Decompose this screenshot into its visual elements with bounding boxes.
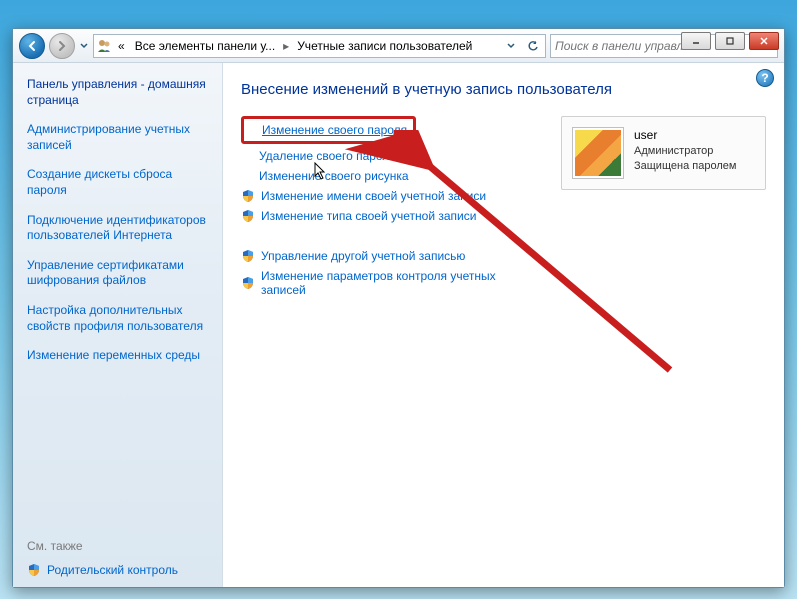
help-button[interactable]: ? bbox=[756, 69, 774, 87]
user-name: user bbox=[634, 127, 736, 144]
refresh-button[interactable] bbox=[523, 36, 543, 56]
actions-list: Изменение своего пароля Удаление своего … bbox=[241, 116, 539, 300]
page-heading: Внесение изменений в учетную запись поль… bbox=[241, 81, 766, 98]
shield-icon bbox=[241, 249, 255, 263]
user-picture[interactable] bbox=[572, 127, 624, 179]
nav-history-dropdown[interactable] bbox=[79, 42, 89, 50]
minimize-button[interactable] bbox=[681, 32, 711, 50]
sidebar-link-profile-props[interactable]: Настройка дополнительных свойств профиля… bbox=[27, 303, 212, 334]
sidebar-link-certificates[interactable]: Управление сертификатами шифрования файл… bbox=[27, 258, 212, 289]
action-label: Управление другой учетной записью bbox=[261, 249, 465, 263]
user-status: Защищена паролем bbox=[634, 159, 736, 174]
sidebar-link-online-ids[interactable]: Подключение идентификаторов пользователе… bbox=[27, 213, 212, 244]
action-change-type[interactable]: Изменение типа своей учетной записи bbox=[241, 206, 539, 226]
action-label: Изменение типа своей учетной записи bbox=[261, 209, 476, 223]
nav-forward-button[interactable] bbox=[49, 33, 75, 59]
shield-icon bbox=[241, 276, 255, 290]
user-account-card: user Администратор Защищена паролем bbox=[561, 116, 766, 190]
nav-back-button[interactable] bbox=[19, 33, 45, 59]
action-change-name[interactable]: Изменение имени своей учетной записи bbox=[241, 186, 539, 206]
action-label: Изменение параметров контроля учетных за… bbox=[261, 269, 539, 297]
main-content: ? Внесение изменений в учетную запись по… bbox=[223, 63, 784, 587]
user-accounts-icon bbox=[96, 38, 112, 54]
user-role: Администратор bbox=[634, 144, 736, 159]
action-label: Изменение имени своей учетной записи bbox=[261, 189, 486, 203]
address-dropdown-button[interactable] bbox=[501, 36, 521, 56]
sidebar-link-admin-accounts[interactable]: Администрирование учетных записей bbox=[27, 122, 212, 153]
see-also-label: См. также bbox=[27, 539, 212, 553]
shield-icon bbox=[241, 189, 255, 203]
address-bar[interactable]: « Все элементы панели у... ▸ Учетные зап… bbox=[93, 34, 546, 58]
maximize-button[interactable] bbox=[715, 32, 745, 50]
breadcrumb-root-chevrons[interactable]: « bbox=[114, 37, 129, 55]
shield-icon bbox=[27, 563, 41, 577]
close-button[interactable] bbox=[749, 32, 779, 50]
breadcrumb-separator-icon[interactable]: ▸ bbox=[281, 39, 291, 53]
breadcrumb-parent[interactable]: Все элементы панели у... bbox=[131, 37, 279, 55]
action-change-password[interactable]: Изменение своего пароля bbox=[262, 120, 407, 140]
breadcrumb-current[interactable]: Учетные записи пользователей bbox=[293, 37, 476, 55]
sidebar: Панель управления - домашняя страница Ад… bbox=[13, 63, 223, 587]
navigation-bar: « Все элементы панели у... ▸ Учетные зап… bbox=[13, 29, 784, 63]
shield-icon bbox=[241, 209, 255, 223]
action-manage-other[interactable]: Управление другой учетной записью bbox=[241, 246, 539, 266]
annotation-highlight: Изменение своего пароля bbox=[241, 116, 416, 144]
control-panel-window: « Все элементы панели у... ▸ Учетные зап… bbox=[12, 28, 785, 588]
sidebar-home-link[interactable]: Панель управления - домашняя страница bbox=[27, 77, 212, 108]
sidebar-link-parental-control[interactable]: Родительский контроль bbox=[27, 563, 212, 577]
sidebar-link-env-vars[interactable]: Изменение переменных среды bbox=[27, 348, 212, 364]
action-change-picture[interactable]: Изменение своего рисунка bbox=[241, 166, 539, 186]
action-uac-settings[interactable]: Изменение параметров контроля учетных за… bbox=[241, 266, 539, 300]
sidebar-link-reset-disk[interactable]: Создание дискеты сброса пароля bbox=[27, 167, 212, 198]
action-delete-password[interactable]: Удаление своего пароля bbox=[241, 146, 539, 166]
sidebar-link-label: Родительский контроль bbox=[47, 563, 178, 577]
